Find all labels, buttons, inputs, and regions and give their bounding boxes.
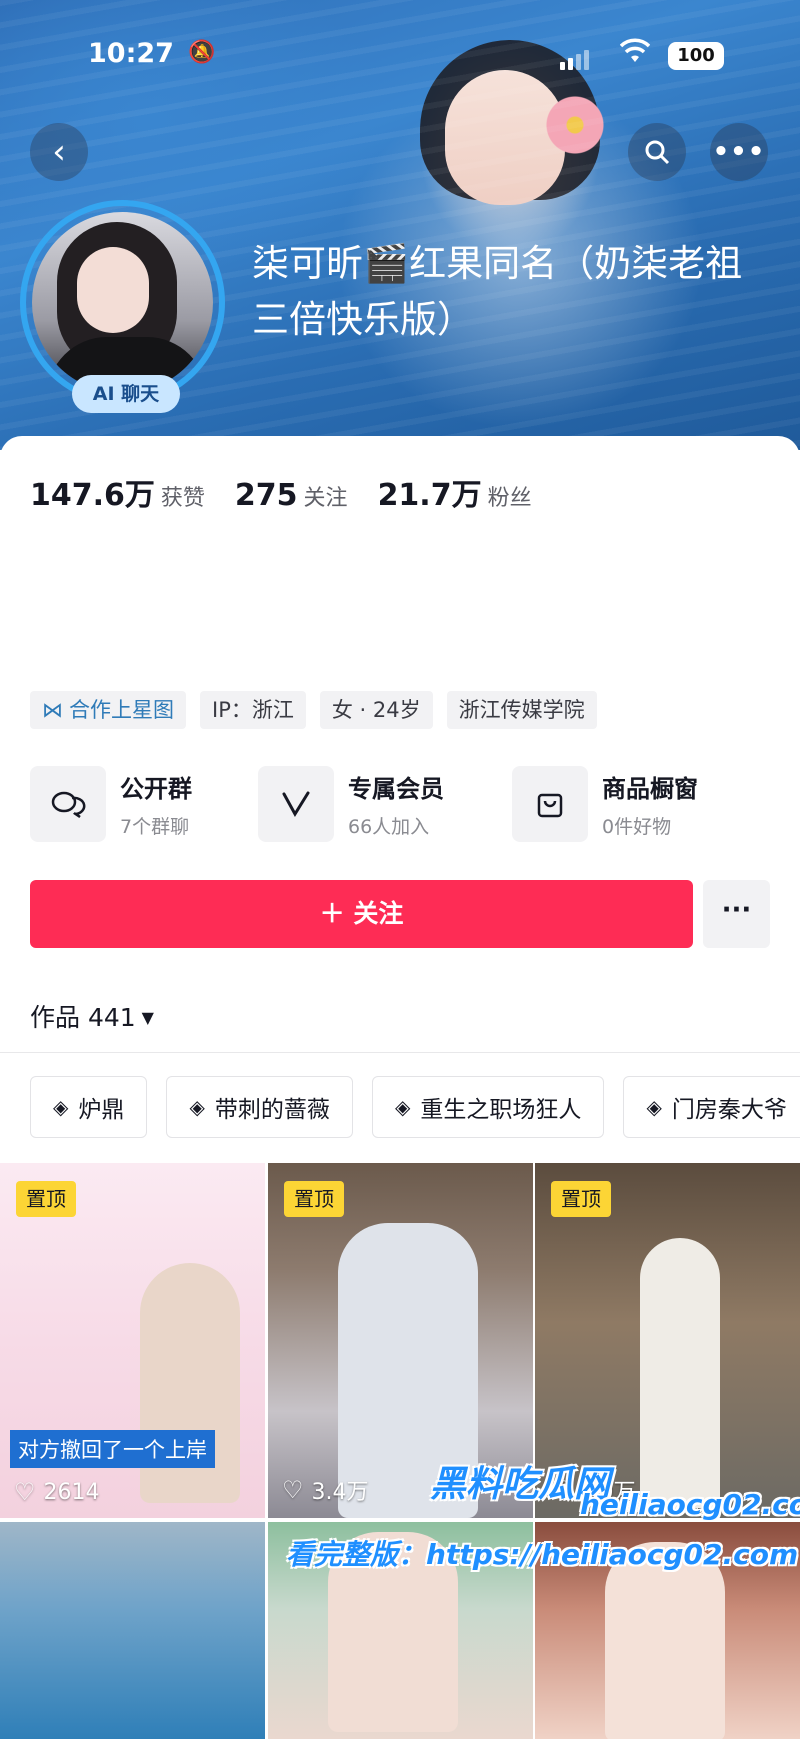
like-count: ♡ 2614 [14,1478,100,1506]
status-bar: 10:27 🔕 100 [0,38,800,78]
stat-following[interactable]: 275 关注 [235,478,348,513]
banner-flower [545,95,605,155]
stat-followers[interactable]: 21.7万 粉丝 [378,470,532,514]
pinned-badge: 置顶 [284,1181,344,1217]
battery-indicator: 100 [668,42,724,70]
watermark-url: 看完整版：https://heiliaocg02.com [286,1538,799,1571]
feature-row: 公开群 7个群聊 专属会员 66人加入 商品橱窗 0件好物 [30,766,770,842]
shopping-bag-icon [512,766,588,842]
feature-public-group[interactable]: 公开群 7个群聊 [30,766,192,842]
search-icon [645,140,670,165]
divider [0,1052,800,1053]
layers-icon: ◈ [394,1095,411,1119]
caret-down-icon: ▼ [141,1008,154,1027]
chevron-left-icon: ‹ [52,132,66,172]
collection-chip[interactable]: ◈ 门房秦大爷 [623,1076,800,1138]
pinned-badge: 置顶 [16,1181,76,1217]
avatar-image [32,212,213,393]
search-button[interactable] [628,123,686,181]
more-options-button[interactable]: ••• [710,123,768,181]
follow-more-button[interactable]: ··· [703,880,770,948]
heart-icon: ♡ [282,1476,304,1504]
pinned-badge: 置顶 [551,1181,611,1217]
feature-vip-membership[interactable]: 专属会员 66人加入 [258,766,444,842]
feature-shop-window[interactable]: 商品橱窗 0件好物 [512,766,698,842]
tag-school[interactable]: 浙江传媒学院 [446,691,597,729]
collection-chip[interactable]: ◈ 重生之职场狂人 [371,1076,605,1138]
watermark-domain: heiliaocg02.com [580,1488,800,1521]
like-count: ♡ 3.4万 [282,1476,369,1505]
ai-chat-badge[interactable]: AI 聊天 [72,375,180,413]
vip-v-icon [258,766,334,842]
wifi-icon [619,38,651,71]
stat-likes[interactable]: 147.6万 获赞 [30,470,205,514]
star-map-icon: ⋈ [42,698,63,722]
collection-list: ◈ 炉鼎 ◈ 带刺的蔷薇 ◈ 重生之职场狂人 ◈ 门房秦大爷 [30,1076,800,1140]
status-time: 10:27 [88,38,174,69]
layers-icon: ◈ [189,1095,205,1119]
collection-chip[interactable]: ◈ 带刺的蔷薇 [166,1076,353,1138]
mute-bell-icon: 🔕 [188,40,216,65]
heart-icon: ♡ [14,1478,36,1506]
ellipsis-icon: ··· [721,895,752,925]
video-thumbnail[interactable] [0,1522,265,1739]
profile-stats: 147.6万 获赞 275 关注 21.7万 粉丝 [30,470,532,514]
banner-figure-face [445,70,565,205]
tab-works[interactable]: 作品 441 ▼ [30,998,154,1034]
chat-bubbles-icon [30,766,106,842]
back-button[interactable]: ‹ [30,123,88,181]
ellipsis-icon: ••• [712,137,766,167]
tag-gender-age: 女 · 24岁 [319,691,433,729]
layers-icon: ◈ [646,1095,662,1119]
cellular-signal-icon [560,50,589,70]
profile-name: 柒可昕🎬红果同名（奶柒老祖三倍快乐版） [252,242,743,341]
tag-xingtu[interactable]: ⋈ 合作上星图 [30,691,186,729]
profile-tags: ⋈ 合作上星图 IP：浙江 女 · 24岁 浙江传媒学院 [30,691,597,729]
follow-button[interactable]: ＋ 关注 [30,880,693,948]
layers-icon: ◈ [53,1095,69,1119]
tag-ip-location: IP：浙江 [200,691,306,729]
video-caption: 对方撤回了一个上岸 [10,1430,215,1468]
collection-chip[interactable]: ◈ 炉鼎 [30,1076,148,1138]
